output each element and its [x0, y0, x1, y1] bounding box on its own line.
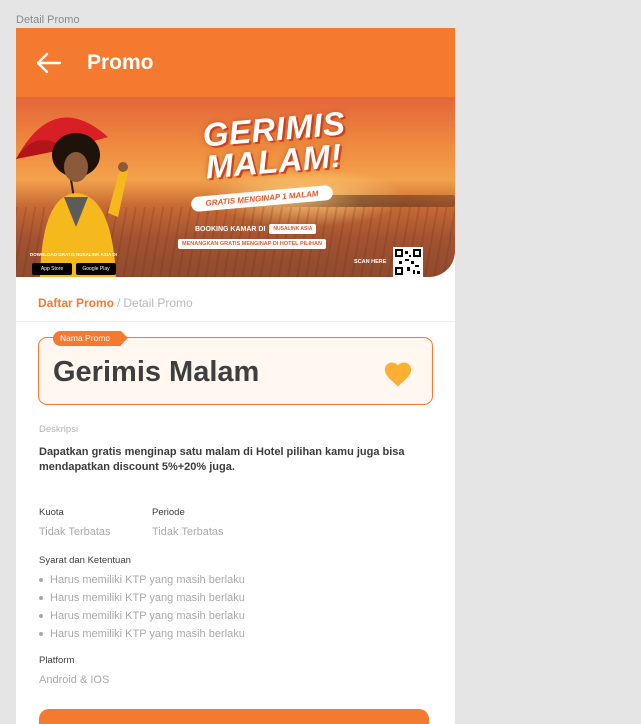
- promo-name-tag: Nama Promo: [53, 331, 129, 346]
- banner-title: GERIMIS MALAM!: [201, 104, 347, 186]
- frame-label: Detail Promo: [16, 14, 80, 26]
- banner-win-text: MENANGKAN GRATIS MENGINAP DI HOTEL PILIH…: [178, 239, 326, 249]
- heart-icon: [384, 362, 412, 387]
- platform-label: Platform: [39, 655, 75, 666]
- primary-action-button[interactable]: [39, 709, 429, 724]
- divider: [16, 321, 455, 322]
- banner-download-text: DOWNLOAD GRATIS NUSALINK ASIA DI: [30, 252, 117, 257]
- banner-scan-text: SCAN HERE: [354, 259, 387, 265]
- promo-detail-screen: Promo GERIMIS MALAM! GRATIS MENGINAP 1 M…: [16, 28, 455, 724]
- back-button[interactable]: [36, 28, 86, 97]
- person-umbrella-illustration: [16, 117, 128, 277]
- breadcrumb-row: Daftar Promo / Detail Promo: [16, 278, 455, 322]
- period-value: Tidak Terbatas: [152, 526, 224, 538]
- quota-value: Tidak Terbatas: [39, 526, 111, 538]
- favorite-button[interactable]: [383, 360, 413, 388]
- period-label: Periode: [152, 507, 185, 518]
- list-item: Harus memiliki KTP yang masih berlaku: [39, 607, 245, 625]
- breadcrumb-separator: /: [117, 296, 121, 310]
- promo-name-card: Nama Promo Gerimis Malam: [38, 331, 433, 405]
- promo-banner: GERIMIS MALAM! GRATIS MENGINAP 1 MALAM B…: [16, 97, 455, 277]
- terms-list: Harus memiliki KTP yang masih berlaku Ha…: [39, 571, 245, 643]
- promo-name: Gerimis Malam: [53, 356, 260, 388]
- breadcrumb-link-promo-list[interactable]: Daftar Promo: [38, 296, 114, 310]
- page-title: Promo: [87, 50, 154, 74]
- list-item: Harus memiliki KTP yang masih berlaku: [39, 625, 245, 643]
- quota-label: Kuota: [39, 507, 64, 518]
- qr-code-image: [393, 247, 423, 277]
- description-label: Deskripsi: [39, 424, 79, 435]
- description-text: Dapatkan gratis menginap satu malam di H…: [39, 446, 405, 473]
- breadcrumb: Daftar Promo / Detail Promo: [38, 296, 193, 310]
- terms-label: Syarat dan Ketentuan: [39, 555, 131, 566]
- banner-booking-line: BOOKING KAMAR DI NUSALINK ASIA: [195, 224, 317, 234]
- app-store-badge: App Store: [32, 263, 72, 275]
- app-bar: Promo: [16, 28, 455, 97]
- list-item: Harus memiliki KTP yang masih berlaku: [39, 589, 245, 607]
- google-play-badge: Google Play: [76, 263, 116, 275]
- list-item: Harus memiliki KTP yang masih berlaku: [39, 571, 245, 589]
- platform-value: Android & IOS: [39, 674, 110, 686]
- breadcrumb-current: Detail Promo: [123, 296, 193, 310]
- arrow-left-icon: [36, 52, 62, 73]
